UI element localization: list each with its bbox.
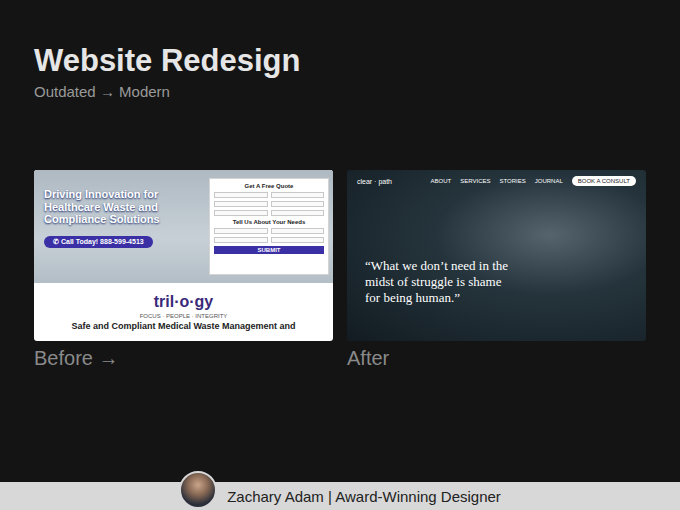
after-nav: clear · path ABOUT SERVICES STORIES JOURNAL B… (347, 170, 646, 192)
section-heading: Safe and Compliant Medical Waste Managem… (71, 321, 295, 331)
form-field[interactable] (271, 210, 325, 216)
form-field[interactable] (214, 201, 268, 207)
before-screenshot: Driving Innovation for Healthcare Waste … (34, 170, 333, 341)
form-section: Tell Us About Your Needs (214, 219, 324, 225)
after-screenshot: clear · path ABOUT SERVICES STORIES JOURNAL B… (347, 170, 646, 341)
hero-text: Driving Innovation for Healthcare Waste … (44, 178, 201, 275)
quote-form: Get A Free Quote Tell Us About Your Needs… (209, 178, 329, 275)
call-button[interactable]: ✆ Call Today! 888-599-4513 (44, 236, 153, 248)
page-subtitle: Outdated → Modern (34, 83, 646, 100)
form-field[interactable] (214, 228, 268, 234)
nav-link[interactable]: STORIES (500, 178, 526, 184)
nav-links: ABOUT SERVICES STORIES JOURNAL BOOK A CONSUL… (431, 176, 636, 186)
hero-headline: Driving Innovation for Healthcare Waste … (44, 188, 201, 226)
screens-row: Driving Innovation for Healthcare Waste … (34, 170, 646, 370)
consult-button[interactable]: BOOK A CONSULT (572, 176, 636, 186)
before-lower: tril·o·gy FOCUS · PEOPLE · INTEGRITY Safe … (34, 283, 333, 341)
nav-link[interactable]: SERVICES (460, 178, 490, 184)
field-grid (214, 192, 324, 216)
page: Website Redesign Outdated → Modern Driving… (0, 0, 680, 510)
nav-link[interactable]: ABOUT (431, 178, 452, 184)
site-logo[interactable]: clear · path (357, 178, 392, 185)
field-grid (214, 228, 324, 243)
form-title: Get A Free Quote (214, 183, 324, 189)
form-field[interactable] (271, 192, 325, 198)
page-title: Website Redesign (34, 42, 646, 79)
before-hero: Driving Innovation for Healthcare Waste … (34, 170, 333, 283)
form-field[interactable] (271, 237, 325, 243)
site-tagline: FOCUS · PEOPLE · INTEGRITY (140, 313, 228, 319)
form-field[interactable] (214, 192, 268, 198)
form-field[interactable] (271, 228, 325, 234)
screen-column: Driving Innovation for Healthcare Waste … (34, 170, 333, 370)
form-field[interactable] (214, 237, 268, 243)
avatar (179, 471, 217, 509)
screen-label: After (347, 347, 646, 370)
screen-column: clear · path ABOUT SERVICES STORIES JOURNAL B… (347, 170, 646, 370)
designer-name: Zachary Adam | Award-Winning Designer (227, 488, 501, 505)
form-field[interactable] (271, 201, 325, 207)
form-field[interactable] (214, 210, 268, 216)
screen-label: Before → (34, 347, 333, 370)
hero-quote: “What we don’t need in the midst of stru… (365, 258, 515, 305)
footer: Zachary Adam | Award-Winning Designer (0, 482, 680, 510)
quote-area: “What we don’t need in the midst of stru… (347, 192, 646, 341)
site-logo: tril·o·gy (154, 293, 214, 311)
nav-link[interactable]: JOURNAL (535, 178, 563, 184)
submit-button[interactable]: SUBMIT (214, 246, 324, 254)
main: Website Redesign Outdated → Modern Driving… (0, 0, 680, 482)
